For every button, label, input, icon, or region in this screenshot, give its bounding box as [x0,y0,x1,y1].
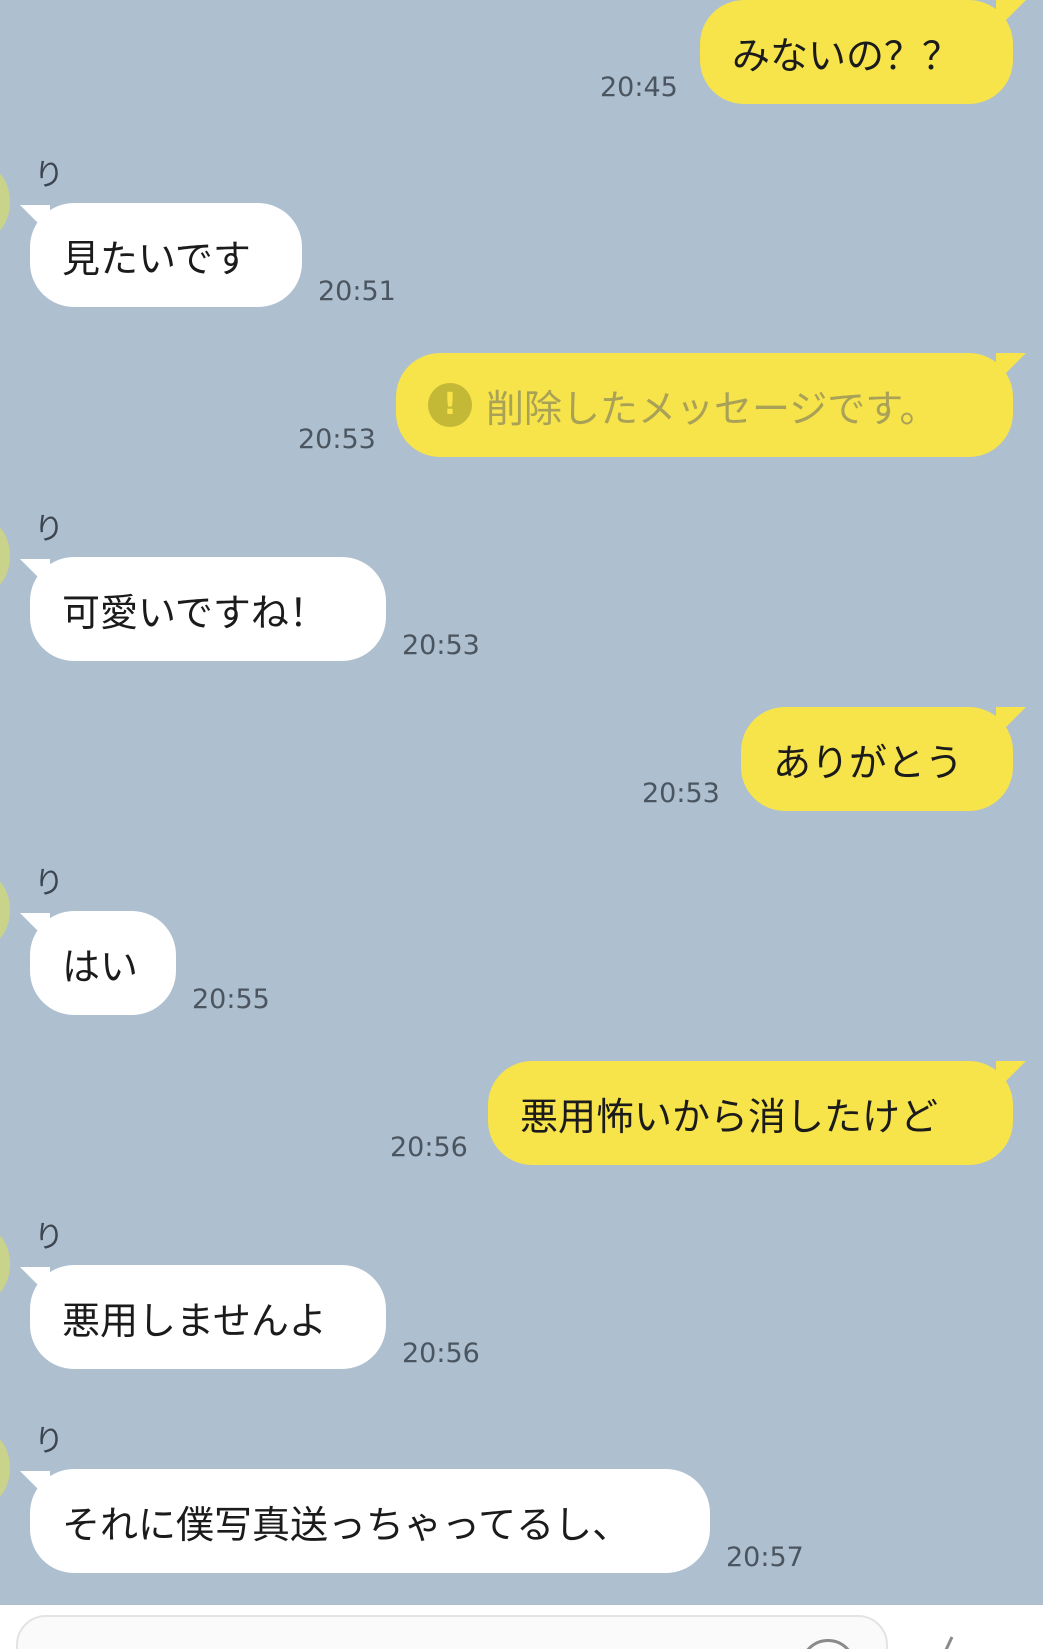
sender-name: り [34,866,64,901]
sender-name: り [34,1424,64,1459]
bubble-tail [996,1061,1026,1091]
message-text: 見たいです [62,236,251,281]
message-text: ありがとう [773,740,964,785]
warning-icon: ! [428,383,472,427]
message-time: 20:56 [390,1132,468,1163]
message-time: 20:53 [642,778,720,809]
bubble-tail [996,353,1026,383]
message-text: みないの？？ [732,33,961,78]
message-time: 20:45 [600,72,678,103]
message-text: 悪用怖いから消したけど [520,1094,939,1139]
sender-name: り [34,158,64,193]
message-bubble[interactable]: それに僕写真送っちゃってるし、 [30,1469,710,1573]
message-text: それに僕写真送っちゃってるし、 [62,1502,631,1547]
message-bubble[interactable]: 悪用しませんよ [30,1265,386,1369]
sender-avatar[interactable] [0,1228,10,1300]
mic-icon[interactable] [930,1627,970,1649]
sender-name: り [34,1220,64,1255]
chat-area[interactable]: みないの？？ 20:45 り 見たいです 20:51 ! 削除したメッセージです… [0,0,1043,1600]
message-input[interactable] [16,1615,888,1649]
sender-name: り [34,512,64,547]
message-time: 20:53 [298,424,376,455]
message-text: 悪用しませんよ [62,1298,327,1343]
message-bubble[interactable]: ありがとう [741,707,1013,811]
message-bubble[interactable]: 可愛いですね！ [30,557,386,661]
sender-avatar[interactable] [0,166,10,238]
message-bubble[interactable]: 見たいです [30,203,302,307]
message-text: 削除したメッセージです。 [486,386,938,431]
message-bubble[interactable]: はい [30,911,176,1015]
message-time: 20:55 [192,984,270,1015]
bubble-tail [996,0,1026,30]
message-bubble[interactable]: ! 削除したメッセージです。 [396,353,1013,457]
sender-avatar[interactable] [0,874,10,946]
sender-avatar[interactable] [0,1432,10,1504]
message-time: 20:51 [318,276,396,307]
message-time: 20:56 [402,1338,480,1369]
message-bubble[interactable]: 悪用怖いから消したけど [488,1061,1013,1165]
message-text: はい [62,944,139,989]
sender-avatar[interactable] [0,520,10,592]
bubble-tail [996,707,1026,737]
message-input-bar [0,1605,1043,1649]
message-time: 20:57 [726,1542,804,1573]
message-time: 20:53 [402,630,480,661]
message-bubble[interactable]: みないの？？ [700,0,1013,104]
message-text: 可愛いですね！ [62,590,327,635]
